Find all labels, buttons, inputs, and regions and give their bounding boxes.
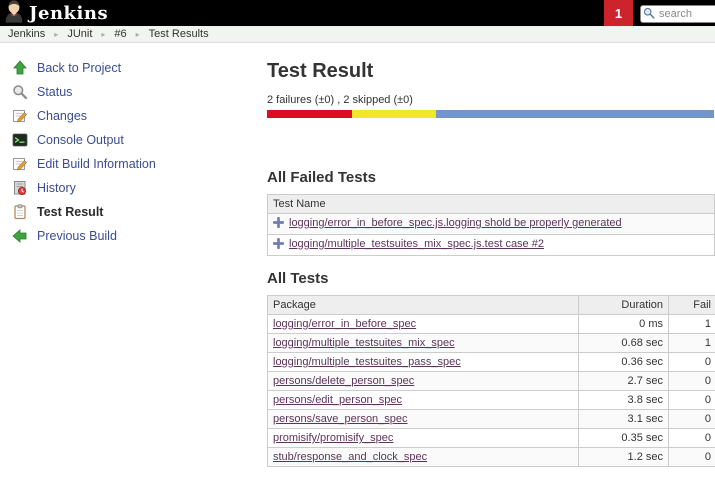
sidebar-item-changes[interactable]: Changes — [12, 104, 256, 128]
breadcrumb-build-6[interactable]: #6 — [114, 28, 126, 40]
fail-count-cell: 1 — [669, 334, 715, 353]
result-bar — [267, 110, 714, 118]
package-link[interactable]: stub/response_and_clock_spec — [273, 451, 427, 463]
table-row: logging/multiple_testsuites_pass_spec 0.… — [268, 353, 715, 372]
edit-document-icon — [12, 108, 28, 124]
magnifier-icon — [12, 84, 28, 100]
breadcrumb-jenkins[interactable]: Jenkins — [8, 28, 45, 40]
sidebar-label: Edit Build Information — [37, 157, 156, 171]
failed-tests-table: Test Name logging/error_in_before_spec.j… — [267, 194, 715, 256]
history-icon — [12, 180, 28, 196]
table-row: persons/edit_person_spec 3.8 sec 0 — [268, 391, 715, 410]
package-link[interactable]: logging/multiple_testsuites_pass_spec — [273, 356, 461, 368]
page-title: Test Result — [267, 60, 715, 83]
table-row: persons/save_person_spec 3.1 sec 0 — [268, 410, 715, 429]
fail-count-cell: 0 — [669, 353, 715, 372]
package-link[interactable]: persons/edit_person_spec — [273, 394, 402, 406]
duration-cell: 2.7 sec — [579, 372, 669, 391]
sidebar-item-previous-build[interactable]: Previous Build — [12, 224, 256, 248]
sidebar-label: Status — [37, 85, 72, 99]
table-row: promisify/promisify_spec 0.35 sec 0 — [268, 429, 715, 448]
duration-cell: 0.36 sec — [579, 353, 669, 372]
table-row: stub/response_and_clock_spec 1.2 sec 0 — [268, 448, 715, 467]
package-link[interactable]: promisify/promisify_spec — [273, 432, 393, 444]
sidebar-label: Test Result — [37, 205, 103, 219]
table-row: logging/multiple_testsuites_mix_spec.js.… — [268, 235, 715, 256]
result-summary: 2 failures (±0) , 2 skipped (±0) — [267, 94, 715, 106]
all-tests-table: Package Duration Fail (diff) logging/err… — [267, 295, 715, 467]
duration-cell: 0.68 sec — [579, 334, 669, 353]
duration-cell: 0 ms — [579, 315, 669, 334]
failed-test-link[interactable]: logging/error_in_before_spec.js.logging … — [289, 217, 622, 229]
sidebar-label: Console Output — [37, 133, 124, 147]
duration-cell: 3.8 sec — [579, 391, 669, 410]
fail-count-cell: 0 — [669, 448, 715, 467]
column-header-package: Package — [268, 296, 579, 315]
jenkins-page: Jenkins 1 Jenkins ▸ JUnit ▸ #6 ▸ Test Re… — [0, 0, 715, 480]
top-bar: Jenkins 1 — [0, 0, 715, 26]
sidebar-label: Changes — [37, 109, 87, 123]
expand-plus-icon[interactable] — [273, 217, 284, 231]
fail-count-cell: 1 — [669, 315, 715, 334]
sidebar-item-history[interactable]: History — [12, 176, 256, 200]
sidebar-label: History — [37, 181, 76, 195]
breadcrumb-arrow-icon: ▸ — [54, 30, 58, 39]
sidebar-item-status[interactable]: Status — [12, 80, 256, 104]
edit-document-icon — [12, 156, 28, 172]
expand-plus-icon[interactable] — [273, 238, 284, 252]
package-link[interactable]: logging/multiple_testsuites_mix_spec — [273, 337, 455, 349]
search-box — [640, 4, 715, 22]
table-row: persons/delete_person_spec 2.7 sec 0 — [268, 372, 715, 391]
result-bar-segment-failed — [267, 110, 352, 118]
breadcrumb-arrow-icon: ▸ — [136, 30, 140, 39]
column-header-duration: Duration — [579, 296, 669, 315]
duration-cell: 0.35 sec — [579, 429, 669, 448]
package-link[interactable]: persons/save_person_spec — [273, 413, 408, 425]
failed-tests-column-header: Test Name — [268, 195, 715, 214]
result-bar-segment-passed — [436, 110, 714, 118]
package-link[interactable]: persons/delete_person_spec — [273, 375, 414, 387]
sidebar-label: Previous Build — [37, 229, 117, 243]
failed-tests-heading: All Failed Tests — [267, 169, 715, 186]
duration-cell: 3.1 sec — [579, 410, 669, 429]
all-tests-heading: All Tests — [267, 270, 715, 287]
terminal-icon — [12, 132, 28, 148]
sidebar-item-console-output[interactable]: Console Output — [12, 128, 256, 152]
table-row: logging/multiple_testsuites_mix_spec 0.6… — [268, 334, 715, 353]
breadcrumb-test-results[interactable]: Test Results — [149, 28, 209, 40]
breadcrumb-arrow-icon: ▸ — [101, 30, 105, 39]
fail-count-cell: 0 — [669, 372, 715, 391]
brand-title: Jenkins — [29, 3, 108, 24]
failed-test-link[interactable]: logging/multiple_testsuites_mix_spec.js.… — [289, 238, 544, 250]
fail-count-cell: 0 — [669, 429, 715, 448]
sidebar-label: Back to Project — [37, 61, 121, 75]
main-content: Test Result 2 failures (±0) , 2 skipped … — [267, 43, 715, 480]
table-row: logging/error_in_before_spec.js.logging … — [268, 214, 715, 235]
fail-count-cell: 0 — [669, 391, 715, 410]
left-arrow-icon — [12, 228, 28, 244]
sidebar-item-back-to-project[interactable]: Back to Project — [12, 56, 256, 80]
sidebar-item-test-result[interactable]: Test Result — [12, 200, 256, 224]
duration-cell: 1.2 sec — [579, 448, 669, 467]
sidebar: Back to Project Status Changes — [0, 44, 256, 248]
package-link[interactable]: logging/error_in_before_spec — [273, 318, 416, 330]
sidebar-item-edit-build-information[interactable]: Edit Build Information — [12, 152, 256, 176]
search-icon — [643, 7, 655, 19]
breadcrumb: Jenkins ▸ JUnit ▸ #6 ▸ Test Results — [0, 26, 715, 43]
result-bar-segment-skipped — [352, 110, 436, 118]
clipboard-icon — [12, 204, 28, 220]
fail-count-cell: 0 — [669, 410, 715, 429]
table-row: logging/error_in_before_spec 0 ms 1 — [268, 315, 715, 334]
alert-count-badge[interactable]: 1 — [604, 0, 633, 26]
up-arrow-icon — [12, 60, 28, 76]
jenkins-butler-icon — [4, 0, 24, 28]
jenkins-home-link[interactable]: Jenkins — [0, 0, 108, 28]
breadcrumb-junit[interactable]: JUnit — [67, 28, 92, 40]
column-header-fail: Fail — [669, 296, 715, 315]
